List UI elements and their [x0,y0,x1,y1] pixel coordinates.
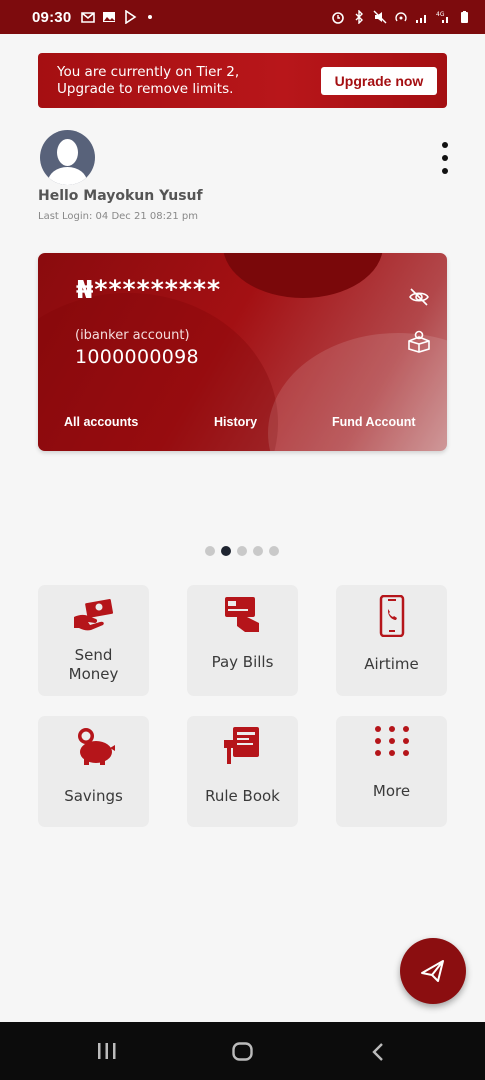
airtime-label: Airtime [364,655,419,673]
pay-bills-icon [224,597,259,632]
account-type: (ibanker account) [75,328,190,343]
carousel-dot[interactable] [269,546,279,556]
more-label: More [372,782,411,800]
avatar-body [48,167,87,185]
carousel-dot[interactable] [237,546,247,556]
savings-tile[interactable]: Savings [38,716,149,827]
upgrade-now-button[interactable]: Upgrade now [321,66,437,95]
card-decoration [223,253,383,298]
alarm-icon [331,10,345,24]
send-money-tile[interactable]: Send Money [38,585,149,696]
signal-icon [415,10,429,24]
airtime-tile[interactable]: Airtime [336,585,447,696]
greeting: Hello Mayokun Yusuf [38,188,203,204]
system-navigation-bar [0,1022,485,1080]
fund-account-link[interactable]: Fund Account [332,415,416,429]
account-card[interactable]: ₦********* (ibanker account) 1000000098 … [38,253,447,451]
send-money-icon [73,599,113,631]
hide-balance-icon[interactable] [408,286,430,308]
pay-bills-tile[interactable]: Pay Bills [187,585,298,696]
carousel-dot-active[interactable] [221,546,231,556]
avatar-head [57,139,78,166]
rule-book-label: Rule Book [205,787,280,805]
carousel-dot[interactable] [205,546,215,556]
gallery-icon [102,10,116,24]
rule-book-icon [223,727,259,764]
hotspot-icon [394,10,408,24]
all-accounts-link[interactable]: All accounts [64,415,138,429]
svg-text:4G: 4G [436,11,445,18]
bluetooth-icon [352,10,366,24]
battery-icon [457,10,471,24]
gmail-icon [81,10,96,24]
more-tile[interactable]: More [336,716,447,827]
4g-signal-icon: 4G [436,10,450,24]
notification-dot-icon [148,15,153,19]
airtime-icon [379,595,404,637]
rule-book-tile[interactable]: Rule Book [187,716,298,827]
carousel-indicator [205,546,279,556]
masked-balance: ₦********* [76,275,222,304]
history-link[interactable]: History [214,415,257,429]
mute-icon [373,10,387,24]
last-login: Last Login: 04 Dec 21 08:21 pm [38,211,198,222]
status-time: 09:30 [32,8,72,26]
more-options-icon[interactable] [438,142,452,174]
tier-message-line1: You are currently on Tier 2, [57,63,240,80]
back-icon[interactable] [371,1042,385,1062]
pay-bills-label: Pay Bills [211,653,274,671]
status-bar: 09:30 4G [0,0,485,34]
play-store-icon [123,10,137,24]
send-paper-plane-icon [421,960,444,982]
account-number: 1000000098 [75,346,199,368]
send-money-label: Send Money [68,646,119,683]
grid-dots-icon [374,726,409,756]
avatar[interactable] [40,130,95,185]
carousel-dot[interactable] [253,546,263,556]
tier-upgrade-banner: You are currently on Tier 2, Upgrade to … [38,53,447,108]
tier-message-line2: Upgrade to remove limits. [57,80,234,97]
send-fab-button[interactable] [400,938,466,1004]
home-icon[interactable] [232,1042,253,1061]
savings-label: Savings [64,787,123,805]
account-package-icon[interactable] [406,329,432,353]
recent-apps-icon[interactable] [97,1042,117,1060]
piggy-bank-icon [77,728,115,765]
tier-message: You are currently on Tier 2, Upgrade to … [57,64,239,98]
